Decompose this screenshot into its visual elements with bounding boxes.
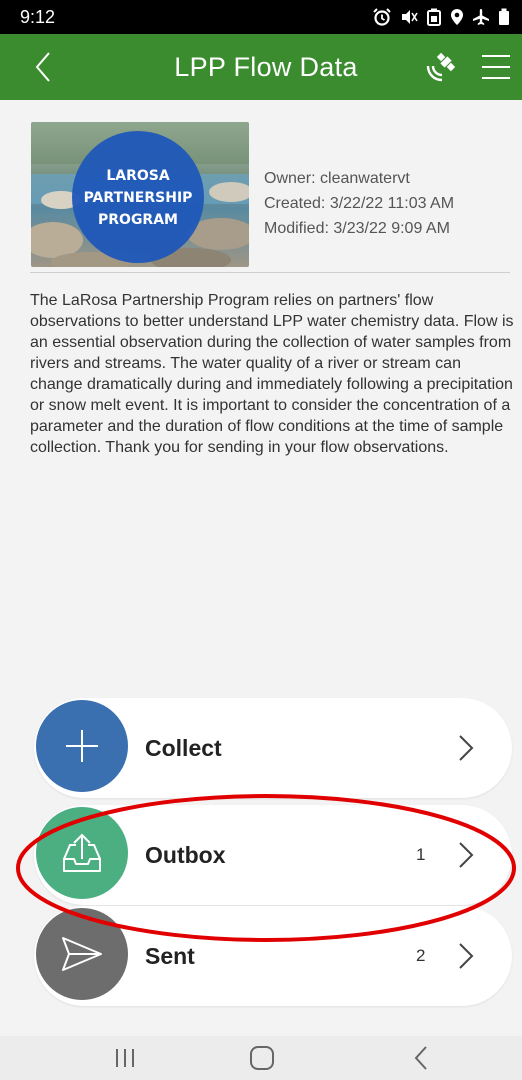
chevron-right-icon bbox=[459, 735, 474, 761]
survey-metadata: Owner: cleanwatervt Created: 3/22/22 11:… bbox=[264, 166, 454, 241]
chevron-right-icon bbox=[459, 943, 474, 969]
menu-button[interactable] bbox=[478, 52, 514, 82]
alarm-icon bbox=[373, 8, 391, 26]
app-bar: LPP Flow Data bbox=[0, 34, 522, 100]
gps-button[interactable] bbox=[424, 50, 458, 84]
outbox-button[interactable]: Outbox 1 bbox=[34, 805, 512, 905]
satellite-icon bbox=[426, 52, 456, 82]
home-icon[interactable] bbox=[248, 1044, 276, 1072]
outbox-upload-icon bbox=[63, 833, 101, 872]
battery-saver-icon bbox=[427, 8, 441, 26]
survey-modified: Modified: 3/23/22 9:09 AM bbox=[264, 220, 450, 237]
sent-label: Sent bbox=[145, 943, 195, 969]
thumbnail-text-line1: LAROSA bbox=[106, 168, 170, 184]
sent-button[interactable]: Sent 2 bbox=[34, 906, 512, 1006]
divider bbox=[30, 272, 510, 273]
airplane-icon bbox=[473, 9, 489, 25]
battery-icon bbox=[499, 8, 509, 25]
status-bar: 9:12 bbox=[0, 0, 522, 34]
send-icon bbox=[62, 937, 102, 971]
outbox-label: Outbox bbox=[145, 842, 226, 868]
thumbnail-text-line2: PARTNERSHIP bbox=[84, 190, 193, 206]
outbox-count: 1 bbox=[416, 845, 426, 864]
status-icons bbox=[372, 8, 510, 26]
chevron-right-icon bbox=[459, 842, 474, 868]
collect-button[interactable]: Collect bbox=[34, 698, 512, 798]
back-nav-icon[interactable] bbox=[411, 1044, 431, 1072]
thumbnail-text-line3: PROGRAM bbox=[98, 212, 178, 228]
recent-apps-icon[interactable] bbox=[112, 1046, 138, 1070]
status-time: 9:12 bbox=[20, 6, 56, 27]
survey-description: The LaRosa Partnership Program relies on… bbox=[30, 292, 514, 456]
plus-icon bbox=[66, 730, 98, 762]
sent-circle bbox=[36, 908, 128, 1000]
sent-count: 2 bbox=[416, 946, 426, 965]
outbox-circle bbox=[36, 807, 128, 899]
survey-owner: Owner: cleanwatervt bbox=[264, 170, 410, 187]
survey-created: Created: 3/22/22 11:03 AM bbox=[264, 195, 455, 212]
collect-label: Collect bbox=[145, 735, 222, 761]
system-nav-bar bbox=[0, 1036, 522, 1080]
location-icon bbox=[451, 9, 463, 25]
mute-icon bbox=[402, 10, 418, 24]
collect-circle bbox=[36, 700, 128, 792]
survey-thumbnail: LAROSA PARTNERSHIP PROGRAM bbox=[31, 122, 249, 267]
hamburger-menu-icon bbox=[482, 55, 510, 79]
